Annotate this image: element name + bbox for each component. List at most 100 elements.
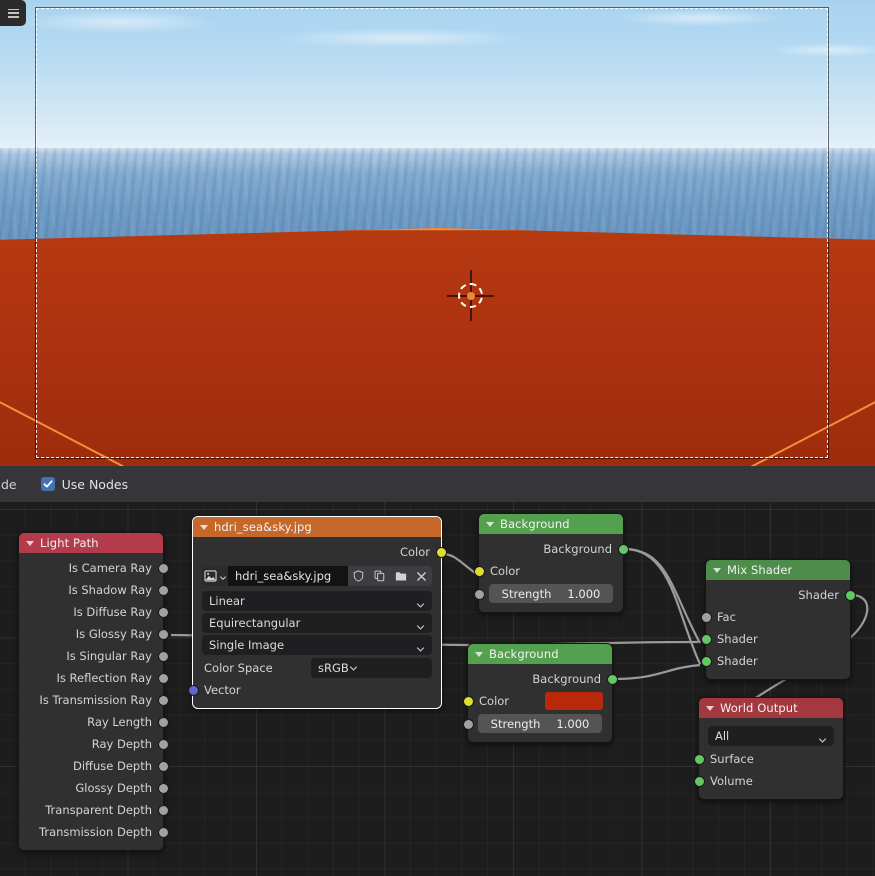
new-image-button[interactable] <box>369 566 390 586</box>
output-socket[interactable] <box>157 717 169 728</box>
socket-label: Is Diffuse Ray <box>73 605 152 619</box>
output-socket-row-background[interactable]: Background <box>468 668 618 690</box>
collapse-triangle-icon[interactable] <box>486 521 494 527</box>
input-socket-row-color[interactable]: Color <box>462 690 612 712</box>
collapse-triangle-icon[interactable] <box>475 651 483 657</box>
input-socket[interactable] <box>693 754 705 765</box>
output-socket-row[interactable]: Transmission Depth <box>19 821 169 843</box>
output-socket[interactable] <box>157 695 169 706</box>
collapse-triangle-icon[interactable] <box>706 705 714 711</box>
input-socket-row-shader-2[interactable]: Shader <box>700 650 850 672</box>
input-socket-row-strength[interactable]: Strength 1.000 <box>462 712 612 735</box>
color-space-dropdown[interactable]: sRGB <box>311 658 432 678</box>
editor-type-icon[interactable] <box>0 0 26 26</box>
input-socket-row-strength[interactable]: Strength 1.000 <box>473 582 623 605</box>
output-socket-row[interactable]: Diffuse Depth <box>19 755 169 777</box>
node-background-top[interactable]: Background Background Color Strength 1.0… <box>473 513 629 613</box>
output-socket[interactable] <box>844 590 856 601</box>
fake-user-button[interactable] <box>348 566 369 586</box>
output-socket[interactable] <box>157 761 169 772</box>
output-socket[interactable] <box>157 629 169 640</box>
input-socket-row-fac[interactable]: Fac <box>700 606 850 628</box>
output-socket-row-is-glossy-ray[interactable]: Is Glossy Ray <box>19 623 169 645</box>
collapse-triangle-icon[interactable] <box>713 567 721 573</box>
unlink-image-button[interactable] <box>411 566 432 586</box>
image-type-dropdown[interactable] <box>202 566 228 586</box>
output-socket-row-shader[interactable]: Shader <box>706 584 856 606</box>
chevron-down-icon <box>219 567 227 586</box>
input-socket[interactable] <box>473 566 485 577</box>
socket-label: Ray Length <box>87 715 152 729</box>
target-value: All <box>715 729 730 743</box>
output-socket[interactable] <box>157 673 169 684</box>
output-socket-row[interactable]: Transparent Depth <box>19 799 169 821</box>
target-dropdown[interactable]: All <box>708 726 834 746</box>
input-socket[interactable] <box>473 588 485 600</box>
node-header[interactable]: Background <box>468 644 612 664</box>
node-header[interactable]: World Output <box>699 698 843 718</box>
input-socket-row-volume[interactable]: Volume <box>693 770 843 792</box>
output-socket[interactable] <box>157 607 169 618</box>
3d-cursor[interactable] <box>447 270 494 321</box>
output-socket-row[interactable]: Is Camera Ray <box>19 557 169 579</box>
node-light-path[interactable]: Light Path Is Camera Ray Is Shadow Ray I… <box>18 532 169 851</box>
interpolation-dropdown[interactable]: Linear <box>202 591 432 611</box>
output-socket[interactable] <box>157 651 169 662</box>
output-socket-row[interactable]: Is Diffuse Ray <box>19 601 169 623</box>
output-socket[interactable] <box>617 544 629 555</box>
socket-label: Fac <box>717 610 736 624</box>
input-socket-row-color[interactable]: Color <box>473 560 623 582</box>
use-nodes-checkbox[interactable]: Use Nodes <box>40 477 128 492</box>
node-world-output[interactable]: World Output All Surface Volume <box>693 697 844 800</box>
output-socket-row[interactable]: Is Transmission Ray <box>19 689 169 711</box>
output-socket-row[interactable]: Ray Depth <box>19 733 169 755</box>
output-socket-row[interactable]: Is Singular Ray <box>19 645 169 667</box>
shader-node-editor[interactable]: Light Path Is Camera Ray Is Shadow Ray I… <box>0 502 875 876</box>
node-mix-shader[interactable]: Mix Shader Shader Fac Shader Shader <box>700 559 856 680</box>
output-socket-row[interactable]: Is Shadow Ray <box>19 579 169 601</box>
input-socket-row-vector[interactable]: Vector <box>187 679 441 701</box>
input-socket[interactable] <box>700 656 712 667</box>
output-socket[interactable] <box>157 585 169 596</box>
projection-dropdown[interactable]: Equirectangular <box>202 613 432 633</box>
input-socket-row-surface[interactable]: Surface <box>693 748 843 770</box>
image-name-field[interactable]: hdri_sea&sky.jpg <box>228 566 348 586</box>
node-header[interactable]: Background <box>479 514 623 534</box>
node-header[interactable]: Mix Shader <box>706 560 850 580</box>
output-socket[interactable] <box>157 739 169 750</box>
output-socket-row[interactable]: Is Reflection Ray <box>19 667 169 689</box>
socket-label: Diffuse Depth <box>72 759 152 773</box>
output-socket[interactable] <box>157 827 169 838</box>
output-socket-row-color[interactable]: Color <box>193 541 447 563</box>
input-socket[interactable] <box>462 718 474 730</box>
node-header[interactable]: Light Path <box>19 533 163 553</box>
strength-slider[interactable]: Strength 1.000 <box>489 584 613 603</box>
node-header[interactable]: hdri_sea&sky.jpg <box>193 517 441 537</box>
strength-slider[interactable]: Strength 1.000 <box>478 714 602 733</box>
output-socket-row[interactable]: Glossy Depth <box>19 777 169 799</box>
color-swatch[interactable] <box>545 692 603 710</box>
node-image-texture[interactable]: hdri_sea&sky.jpg Color hdri_sea&sky.jpg … <box>187 516 447 709</box>
node-background-bottom[interactable]: Background Background Color Strength 1.0… <box>462 643 618 743</box>
input-socket[interactable] <box>462 696 474 707</box>
output-socket-row-background[interactable]: Background <box>479 538 629 560</box>
output-socket[interactable] <box>606 674 618 685</box>
source-dropdown[interactable]: Single Image <box>202 635 432 655</box>
output-socket[interactable] <box>157 783 169 794</box>
input-socket[interactable] <box>693 776 705 787</box>
open-image-button[interactable] <box>390 566 411 586</box>
output-socket[interactable] <box>157 563 169 574</box>
socket-label: Is Transmission Ray <box>39 693 152 707</box>
collapse-triangle-icon[interactable] <box>26 540 34 546</box>
input-socket-row-shader-1[interactable]: Shader <box>700 628 850 650</box>
input-socket[interactable] <box>700 612 712 623</box>
collapse-triangle-icon[interactable] <box>200 524 208 530</box>
3d-viewport[interactable] <box>0 0 875 466</box>
output-socket-row[interactable]: Ray Length <box>19 711 169 733</box>
image-datablock-selector: hdri_sea&sky.jpg <box>202 566 432 586</box>
input-socket[interactable] <box>187 685 199 696</box>
color-space-row: Color Space sRGB <box>193 657 441 679</box>
input-socket[interactable] <box>700 634 712 645</box>
output-socket[interactable] <box>157 805 169 816</box>
output-socket[interactable] <box>435 547 447 558</box>
